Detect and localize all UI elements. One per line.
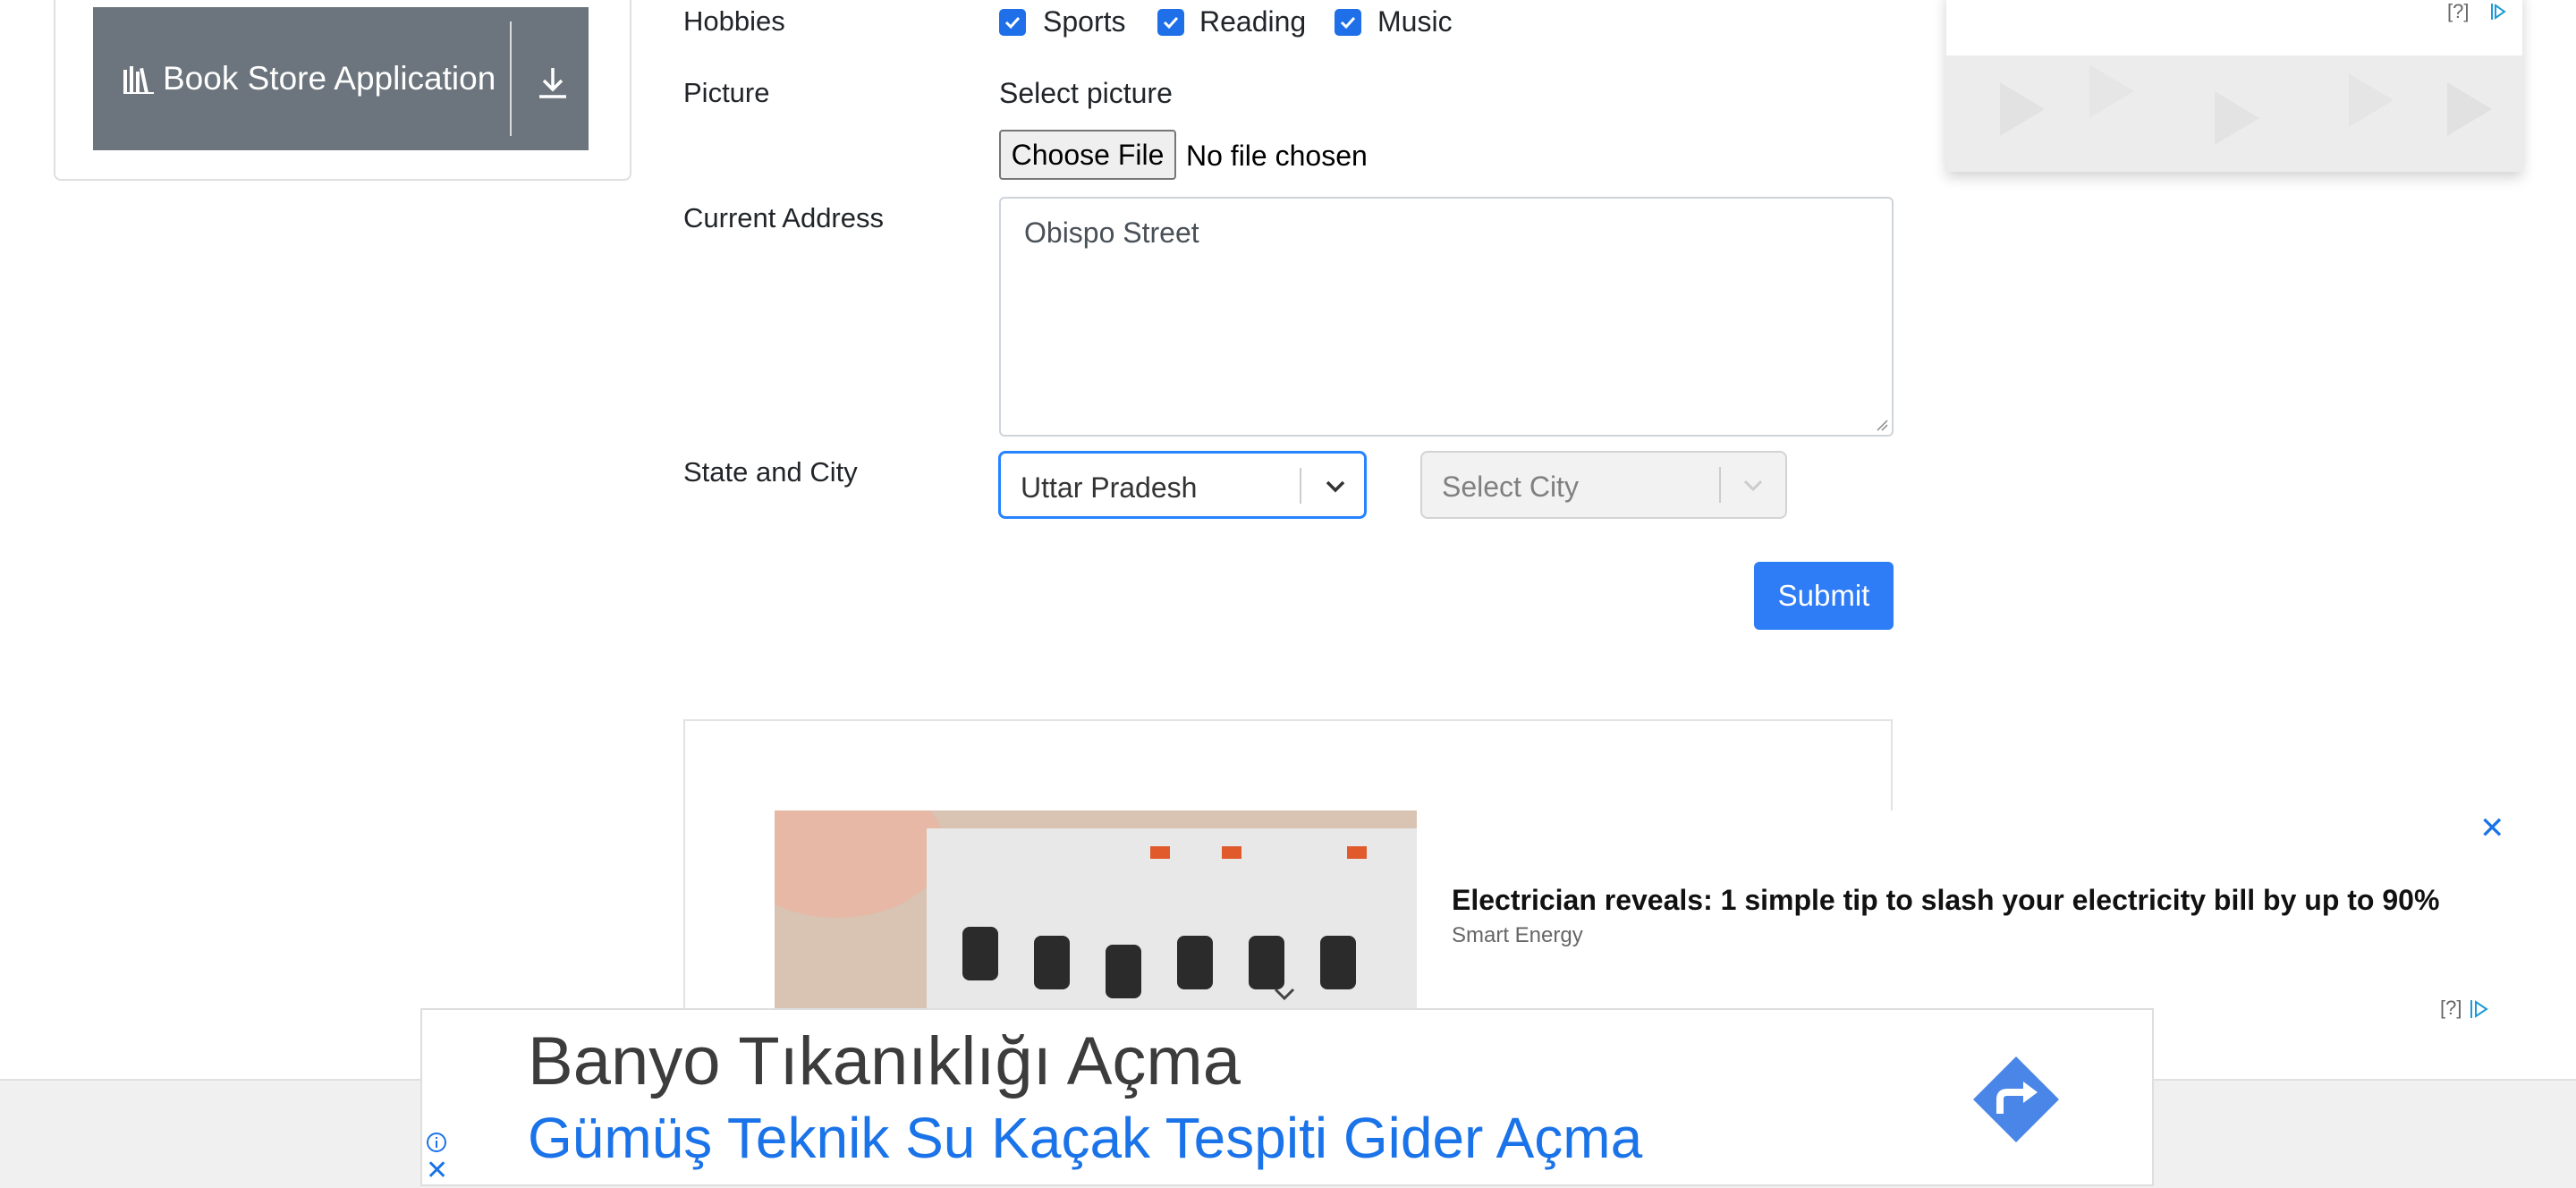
close-icon[interactable]: ✕ <box>426 1155 448 1186</box>
top-right-ad[interactable]: [?] <box>1946 0 2522 172</box>
state-select-value: Uttar Pradesh <box>1021 471 1198 504</box>
reading-checkbox-label[interactable]: Reading <box>1199 5 1306 38</box>
close-icon[interactable]: ✕ <box>2479 810 2505 846</box>
check-icon <box>1004 16 1021 30</box>
bottom-ad-subline[interactable]: Gümüş Teknik Su Kaçak Tespiti Gider Açma <box>528 1105 1642 1171</box>
native-ad-brand: Smart Energy <box>1452 923 1583 947</box>
download-icon[interactable] <box>537 66 569 100</box>
ad-image[interactable] <box>775 810 1417 1011</box>
city-select-placeholder: Select City <box>1442 471 1579 503</box>
ad-image-graphic <box>775 810 1417 1011</box>
adchoices-icon[interactable] <box>2488 2 2508 21</box>
current-address-value: Obispo Street <box>1024 216 1199 249</box>
resize-grip-icon[interactable] <box>1876 419 1888 431</box>
book-store-application-button[interactable]: Book Store Application <box>93 7 589 150</box>
directions-icon[interactable] <box>1971 1055 2061 1144</box>
sidebar-card: Book Store Application <box>54 0 631 181</box>
reading-checkbox[interactable] <box>1157 9 1184 36</box>
adchoices-icon[interactable] <box>2468 998 2491 1020</box>
picture-label: Picture <box>683 77 770 108</box>
state-city-label: State and City <box>683 456 858 488</box>
city-select[interactable]: Select City <box>1420 451 1787 519</box>
hobbies-label: Hobbies <box>683 5 785 37</box>
check-icon <box>1340 16 1356 30</box>
native-ad-marker[interactable]: [?] <box>2440 997 2491 1020</box>
select-separator <box>1300 468 1301 504</box>
native-ad[interactable]: Electrician reveals: 1 simple tip to sla… <box>775 810 2522 1019</box>
select-separator <box>1719 467 1721 503</box>
books-icon <box>123 66 154 94</box>
chevron-down-icon[interactable] <box>1741 474 1766 497</box>
check-icon <box>1163 16 1179 30</box>
native-ad-title[interactable]: Electrician reveals: 1 simple tip to sla… <box>1452 884 2439 917</box>
current-address-label: Current Address <box>683 202 884 233</box>
book-store-application-label: Book Store Application <box>163 60 496 97</box>
current-address-textarea[interactable]: Obispo Street <box>999 197 1894 437</box>
bottom-banner-ad[interactable]: Banyo Tıkanıklığı Açma Gümüş Teknik Su K… <box>420 1008 2154 1186</box>
info-icon[interactable] <box>426 1132 447 1153</box>
ad-info-marker[interactable]: [?] <box>2440 997 2462 1019</box>
chevron-down-icon[interactable] <box>1323 475 1348 498</box>
button-divider <box>510 21 512 136</box>
music-checkbox-label[interactable]: Music <box>1377 5 1453 38</box>
music-checkbox[interactable] <box>1335 9 1361 36</box>
state-select[interactable]: Uttar Pradesh <box>998 451 1367 519</box>
ad-pattern <box>1946 55 2522 172</box>
sports-checkbox[interactable] <box>999 9 1026 36</box>
select-picture-text: Select picture <box>999 77 1173 109</box>
sports-checkbox-label[interactable]: Sports <box>1043 5 1125 38</box>
no-file-chosen-text: No file chosen <box>1186 140 1368 172</box>
ad-info-marker[interactable]: [?] <box>2447 0 2469 23</box>
bottom-ad-headline[interactable]: Banyo Tıkanıklığı Açma <box>528 1023 1241 1100</box>
ad-pattern-graphic <box>2000 64 2492 145</box>
choose-file-button[interactable]: Choose File <box>999 130 1176 180</box>
submit-button[interactable]: Submit <box>1754 562 1894 630</box>
